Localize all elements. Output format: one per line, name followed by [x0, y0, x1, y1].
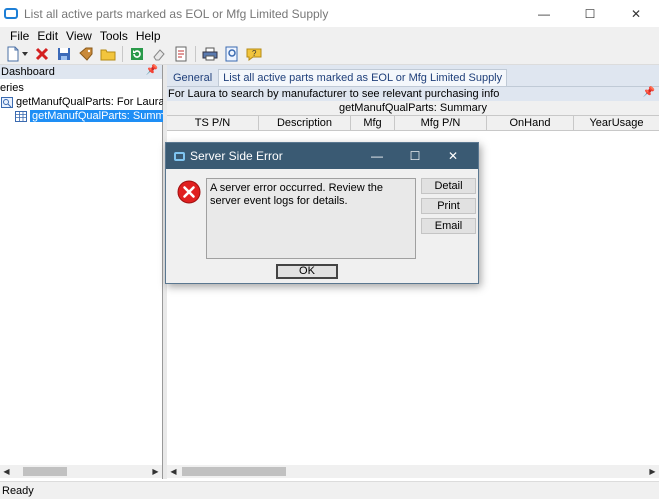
scroll-left-icon[interactable]: ◀	[167, 465, 180, 478]
menu-tools[interactable]: Tools	[100, 29, 128, 43]
save-icon[interactable]	[56, 46, 72, 62]
scroll-thumb[interactable]	[182, 467, 286, 476]
new-icon[interactable]	[5, 46, 21, 62]
menu-file[interactable]: File	[10, 29, 29, 43]
dialog-app-icon	[174, 151, 185, 161]
dialog-maximize-button[interactable]: ☐	[396, 149, 434, 163]
dialog-title-bar[interactable]: Server Side Error — ☐ ✕	[166, 143, 478, 169]
error-message: A server error occurred. Review the serv…	[206, 178, 416, 259]
scroll-left-icon[interactable]: ◀	[0, 465, 13, 478]
pin-icon[interactable]: 📌	[146, 65, 158, 76]
column-header-mfg-pn[interactable]: Mfg P/N	[395, 116, 487, 130]
query-icon	[1, 96, 13, 108]
minimize-button[interactable]: —	[521, 0, 567, 27]
server-error-dialog: Server Side Error — ☐ ✕ A server error o…	[165, 142, 479, 284]
dropdown-arrow-icon[interactable]	[22, 46, 28, 62]
status-text: Ready	[2, 484, 34, 497]
dialog-title: Server Side Error	[190, 149, 283, 163]
menu-edit[interactable]: Edit	[37, 29, 58, 43]
scroll-right-icon[interactable]: ▶	[646, 465, 659, 478]
grid-horizontal-scrollbar[interactable]: ◀ ▶	[167, 465, 659, 478]
menu-view[interactable]: View	[66, 29, 92, 43]
dashboard-panel: Dashboard 📌 eries getManufQualParts: For…	[0, 65, 163, 479]
window-controls: — ☐ ✕	[521, 0, 659, 27]
column-header-description[interactable]: Description	[259, 116, 351, 130]
tree-item-summary[interactable]: getManufQualParts: Summar	[0, 109, 163, 123]
tree-summary-label: getManufQualParts: Summar	[30, 110, 163, 122]
tab-active-query[interactable]: List all active parts marked as EOL or M…	[218, 69, 508, 86]
ok-button[interactable]: OK	[276, 264, 338, 279]
column-header-ts-pn[interactable]: TS P/N	[167, 116, 259, 130]
dialog-close-button[interactable]: ✕	[434, 149, 472, 163]
grid-title: getManufQualParts: Summary	[167, 101, 659, 116]
help-icon[interactable]: ?	[246, 46, 262, 62]
toolbar: ?	[0, 44, 659, 65]
tag-icon[interactable]	[78, 46, 94, 62]
menu-bar: File Edit View Tools Help	[0, 27, 659, 44]
pin-icon[interactable]: 📌	[643, 87, 655, 98]
column-header-onhand[interactable]: OnHand	[487, 116, 574, 130]
svg-text:?: ?	[252, 49, 257, 58]
dialog-minimize-button[interactable]: —	[358, 149, 396, 163]
info-text: For Laura to search by manufacturer to s…	[168, 88, 500, 100]
grid-header: TS P/N Description Mfg Mfg P/N OnHand Ye…	[167, 116, 659, 131]
app-icon	[4, 8, 18, 19]
folder-icon[interactable]	[100, 46, 116, 62]
print-icon[interactable]	[202, 46, 218, 62]
status-bar: Ready	[0, 481, 659, 499]
detail-button[interactable]: Detail	[421, 178, 476, 194]
refresh-icon[interactable]	[129, 46, 145, 62]
delete-icon[interactable]	[34, 46, 50, 62]
column-header-mfg[interactable]: Mfg	[351, 116, 395, 130]
print-button[interactable]: Print	[421, 198, 476, 214]
document-icon[interactable]	[173, 46, 189, 62]
preview-icon[interactable]	[224, 46, 240, 62]
tree-item-root[interactable]: eries	[0, 81, 163, 95]
scroll-thumb[interactable]	[23, 467, 67, 476]
dashboard-header: Dashboard 📌	[0, 65, 162, 79]
maximize-button[interactable]: ☐	[567, 0, 613, 27]
menu-help[interactable]: Help	[136, 29, 161, 43]
window-title: List all active parts marked as EOL or M…	[24, 6, 329, 21]
tree-query-label: getManufQualParts: For Laura to	[16, 96, 163, 108]
left-horizontal-scrollbar[interactable]: ◀ ▶	[0, 465, 162, 478]
toolbar-separator	[122, 46, 123, 62]
tab-strip: General List all active parts marked as …	[167, 65, 659, 86]
scroll-right-icon[interactable]: ▶	[149, 465, 162, 478]
info-bar: For Laura to search by manufacturer to s…	[167, 86, 659, 101]
dialog-controls: — ☐ ✕	[358, 143, 472, 169]
query-tree: eries getManufQualParts: For Laura to ge…	[0, 81, 163, 123]
email-button[interactable]: Email	[421, 218, 476, 234]
grid-icon	[15, 110, 27, 122]
error-icon	[177, 180, 201, 204]
tab-general[interactable]: General	[169, 69, 216, 86]
eraser-icon[interactable]	[151, 46, 167, 62]
column-header-yearusage[interactable]: YearUsage	[574, 116, 659, 130]
tree-root-label: eries	[0, 82, 24, 94]
dashboard-title: Dashboard	[1, 66, 55, 78]
tree-item-query[interactable]: getManufQualParts: For Laura to	[0, 95, 163, 109]
title-bar: List all active parts marked as EOL or M…	[0, 0, 659, 27]
toolbar-separator	[195, 46, 196, 62]
close-button[interactable]: ✕	[613, 0, 659, 27]
